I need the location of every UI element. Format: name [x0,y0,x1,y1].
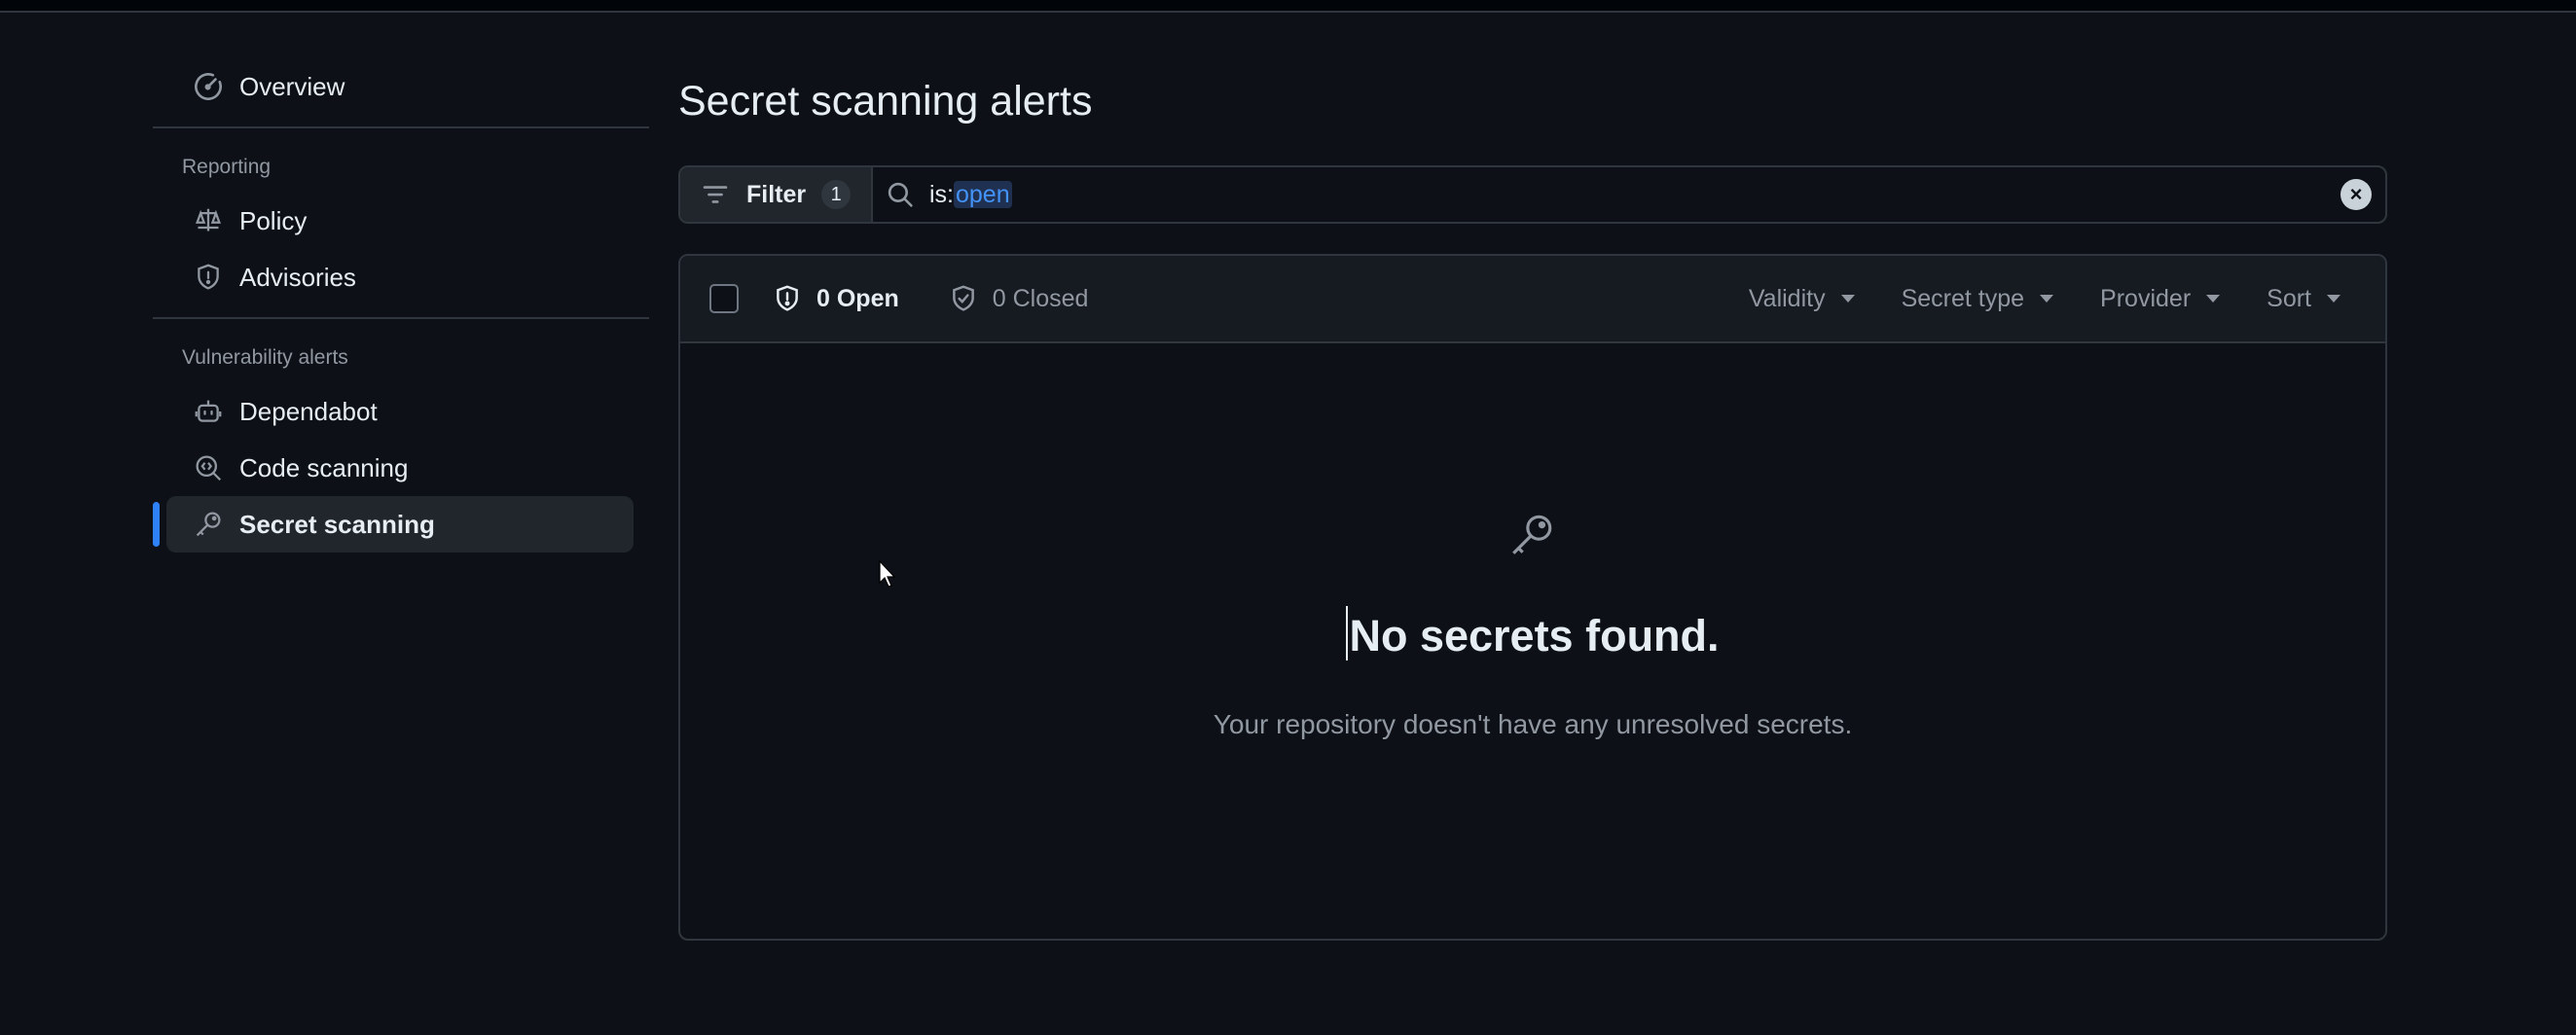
law-icon [194,206,223,235]
reporting-heading: Reporting [182,156,272,178]
alerts-list-header: 0 Open 0 Closed Validity Secret type Pro… [680,256,2385,343]
validity-dropdown[interactable]: Validity [1749,285,1855,313]
sort-dropdown[interactable]: Sort [2267,285,2340,313]
dropdown-label: Sort [2267,284,2311,312]
sidebar-item-label: Overview [239,71,345,101]
provider-dropdown[interactable]: Provider [2100,284,2221,313]
search-input[interactable]: is:open × [873,167,2385,222]
filter-search-bar: Filter 1 is:open × [678,165,2387,224]
query-prefix: is: [929,180,954,208]
top-border [0,0,2576,13]
sidebar-item-label: Secret scanning [239,509,435,539]
sidebar-item-label: Code scanning [239,452,409,482]
sidebar-item-label: Dependabot [239,396,378,426]
chevron-down-icon [2040,295,2054,303]
blankslate: No secrets found. Your repository doesn'… [680,343,2385,939]
codescan-icon [194,453,223,482]
filter-dropdowns: Validity Secret type Provider Sort [1702,256,2340,341]
vulnerability-alerts-heading: Vulnerability alerts [182,346,348,369]
shield-icon [194,263,223,292]
sidebar-item-policy[interactable]: Policy [166,193,634,249]
open-count-label: 0 Open [816,284,899,312]
sidebar-item-dependabot[interactable]: Dependabot [166,383,634,440]
sidebar-item-overview[interactable]: Overview [166,58,634,115]
blankslate-description: Your repository doesn't have any unresol… [1213,709,1853,739]
alerts-list-box: 0 Open 0 Closed Validity Secret type Pro… [678,254,2387,941]
sidebar-item-secret-scanning[interactable]: Secret scanning [153,496,634,553]
filter-count-badge: 1 [821,180,852,209]
clear-search-button[interactable]: × [2340,179,2372,210]
search-icon [887,180,916,209]
sidebar-item-label: Policy [239,205,308,235]
search-query: is:open [929,180,1012,209]
key-icon [194,510,223,539]
query-qualifier: open [954,180,1012,208]
blankslate-title-text: No secrets found. [1349,611,1720,660]
security-sidebar: Overview Reporting Policy Advisories Vul… [153,58,649,553]
sidebar-item-code-scanning[interactable]: Code scanning [166,440,634,496]
secret-type-dropdown[interactable]: Secret type [1901,284,2054,313]
shield-check-icon [950,284,979,313]
dropdown-label: Provider [2100,284,2192,312]
dependabot-icon [194,397,223,426]
key-icon [1507,511,1556,559]
chevron-down-icon [2327,295,2340,303]
blankslate-title: No secrets found. [680,606,2385,661]
sidebar-divider [153,126,649,128]
sidebar-item-label: Advisories [239,262,356,292]
sidebar-divider [153,317,649,319]
closed-alerts-tab[interactable]: 0 Closed [950,284,1089,313]
dropdown-label: Validity [1748,284,1826,312]
chevron-down-icon [2206,295,2221,303]
closed-count-label: 0 Closed [992,284,1089,312]
shield-alert-icon [774,284,803,313]
open-alerts-tab[interactable]: 0 Open [774,284,899,313]
sidebar-item-advisories[interactable]: Advisories [166,249,634,305]
select-all-checkbox[interactable] [709,284,739,313]
chevron-down-icon [1840,295,1855,303]
dropdown-label: Secret type [1901,284,2025,312]
mouse-cursor-icon [879,560,896,588]
filter-button[interactable]: Filter 1 [680,167,873,222]
filter-label: Filter [746,180,807,208]
page-title: Secret scanning alerts [678,78,1093,125]
meter-icon [194,72,223,101]
close-icon: × [2349,182,2363,206]
filter-icon [702,180,731,209]
